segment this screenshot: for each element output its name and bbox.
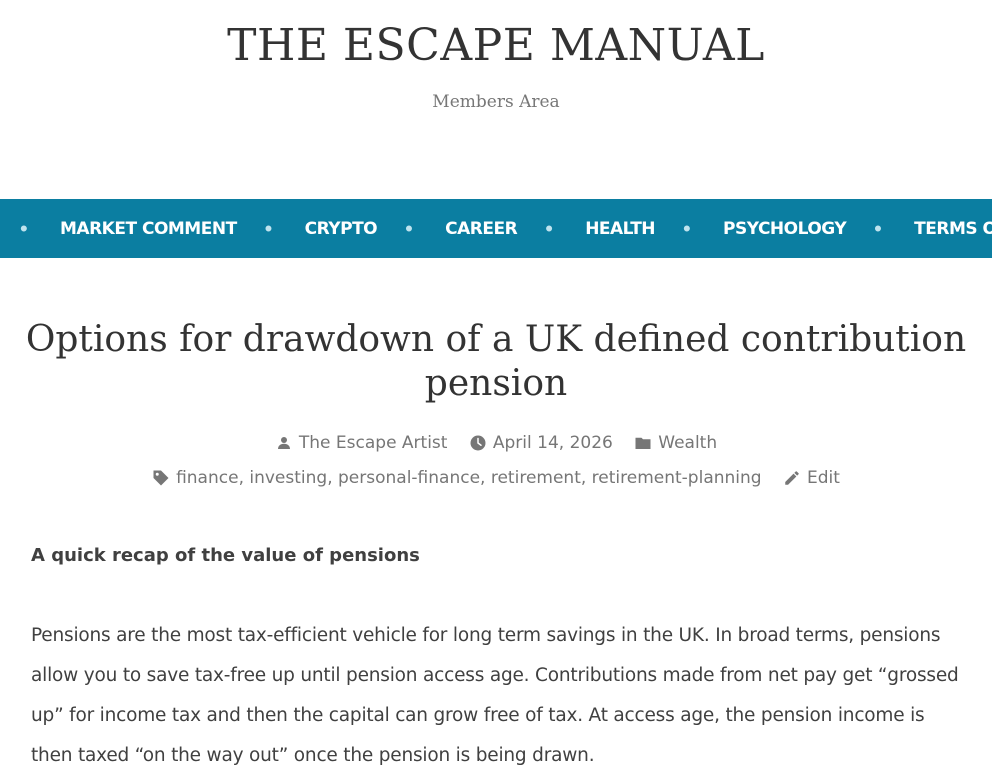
- post-meta-secondary: finance, investing, personal-finance, re…: [0, 466, 992, 494]
- post-category: Wealth: [634, 431, 717, 455]
- nav-link-health[interactable]: HEALTH: [585, 219, 683, 239]
- nav-bullet: •: [545, 215, 553, 241]
- nav-item-health: • HEALTH: [545, 199, 683, 258]
- tag-link[interactable]: retirement-planning: [592, 466, 762, 490]
- nav-link-career[interactable]: CAREER: [445, 219, 545, 239]
- edit-link[interactable]: Edit: [807, 466, 840, 490]
- nav-bullet: •: [405, 215, 413, 241]
- clock-icon: [470, 435, 486, 451]
- nav-link-market-comment[interactable]: MARKET COMMENT: [60, 219, 265, 239]
- tag-link[interactable]: investing: [249, 466, 327, 490]
- tag-separator: ,: [327, 468, 333, 488]
- post-edit: Edit: [783, 466, 840, 490]
- nav-item-crypto: • CRYPTO: [265, 199, 405, 258]
- post-content: A quick recap of the value of pensions P…: [31, 538, 971, 776]
- tag-link[interactable]: personal-finance: [338, 466, 480, 490]
- nav-link-psychology[interactable]: PSYCHOLOGY: [723, 219, 874, 239]
- nav-item-career: • CAREER: [405, 199, 545, 258]
- folder-icon: [635, 437, 651, 449]
- nav-link-crypto[interactable]: CRYPTO: [305, 219, 405, 239]
- tag-separator: ,: [580, 468, 587, 488]
- person-icon: [277, 437, 290, 449]
- post-tags: finance, investing, personal-finance, re…: [152, 466, 762, 490]
- nav-menu: • MARKET COMMENT • CRYPTO • CAREER • HEA…: [20, 199, 992, 258]
- post-meta-primary: The Escape Artist April 14, 2026 Wealth: [0, 431, 992, 459]
- site-header: THE ESCAPE MANUAL Members Area: [0, 0, 992, 199]
- main-navigation: • MARKET COMMENT • CRYPTO • CAREER • HEA…: [0, 199, 992, 258]
- nav-item-psychology: • PSYCHOLOGY: [683, 199, 874, 258]
- post-author: The Escape Artist: [275, 431, 448, 455]
- nav-item-market-comment: • MARKET COMMENT: [20, 199, 265, 258]
- tag-separator: ,: [238, 468, 244, 488]
- tag-link[interactable]: finance: [176, 466, 238, 490]
- nav-bullet: •: [20, 215, 28, 241]
- post-title: Options for drawdown of a UK defined con…: [25, 319, 967, 404]
- site-title[interactable]: THE ESCAPE MANUAL: [0, 18, 992, 74]
- nav-bullet: •: [683, 215, 691, 241]
- nav-bullet: •: [874, 215, 882, 241]
- tag-link[interactable]: retirement: [491, 466, 581, 490]
- site-description: Members Area: [432, 92, 560, 112]
- post-date: April 14, 2026: [469, 431, 613, 455]
- nav-bullet: •: [264, 215, 273, 241]
- content-paragraph: Pensions are the most tax-efficient vehi…: [31, 625, 959, 766]
- tag-separator: ,: [480, 468, 486, 488]
- tag-icon: [153, 470, 169, 486]
- nav-link-terms-of-use[interactable]: TERMS OF USE: [914, 219, 992, 239]
- pencil-icon: [785, 471, 799, 485]
- content-heading: A quick recap of the value of pensions: [31, 545, 420, 566]
- author-link[interactable]: The Escape Artist: [299, 431, 448, 455]
- date-link[interactable]: April 14, 2026: [493, 431, 613, 455]
- nav-item-terms-of-use: • TERMS OF USE: [874, 199, 992, 258]
- category-link[interactable]: Wealth: [658, 431, 717, 455]
